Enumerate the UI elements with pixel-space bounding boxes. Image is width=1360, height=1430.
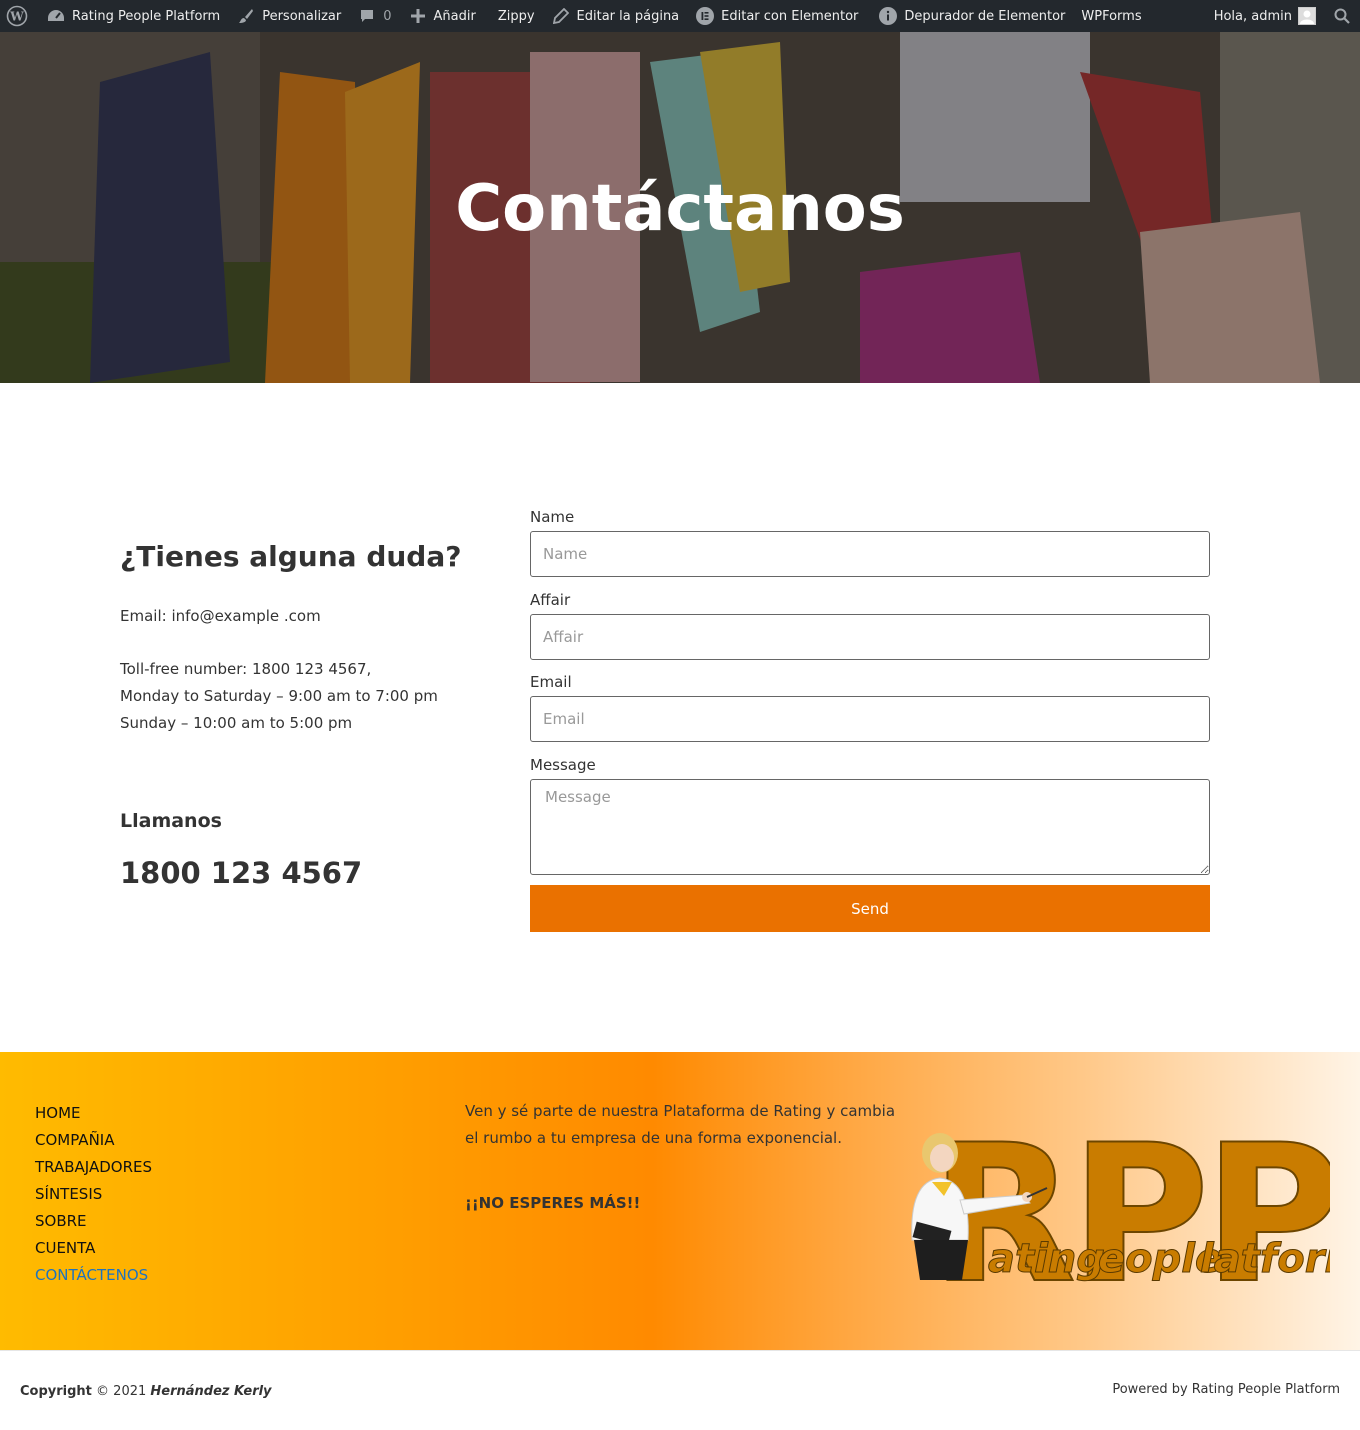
elementor-icon <box>695 6 715 26</box>
affair-input[interactable] <box>530 614 1210 660</box>
wordpress-logo-button[interactable]: W <box>0 0 38 32</box>
edit-elementor-label: Editar con Elementor <box>721 8 859 24</box>
admin-bar-elementor-debugger[interactable]: Depurador de Elementor <box>866 0 1073 32</box>
copyright-label: Copyright <box>20 1384 92 1399</box>
rpp-logo-word-ating: ating <box>988 1236 1105 1282</box>
brush-icon <box>236 6 256 26</box>
greeting-label: Hola, admin <box>1213 8 1292 24</box>
contact-info-title: ¿Tienes alguna duda? <box>120 540 462 573</box>
comment-icon <box>357 6 377 26</box>
plus-icon <box>408 6 428 26</box>
footer-menu-item[interactable]: TRABAJADORES <box>35 1154 152 1181</box>
admin-bar-add-new[interactable]: Añadir <box>400 0 484 32</box>
contact-email: Email: info@example .com <box>120 607 321 625</box>
customize-label: Personalizar <box>262 8 342 24</box>
copyright-author: Hernández Kerly <box>150 1384 272 1399</box>
send-button[interactable]: Send <box>530 885 1210 932</box>
bottom-bar: Copyright © 2021 Hernández Kerly Powered… <box>0 1350 1360 1430</box>
admin-bar-site-name[interactable]: Rating People Platform <box>38 0 228 32</box>
name-label: Name <box>530 508 575 526</box>
admin-bar-zippy[interactable]: Zippy <box>484 0 543 32</box>
email-input[interactable] <box>530 696 1210 742</box>
info-icon <box>878 6 898 26</box>
copyright-notice: Copyright © 2021 Hernández Kerly <box>20 1384 272 1399</box>
admin-bar-edit-elementor[interactable]: Editar con Elementor <box>687 0 866 32</box>
zippy-label: Zippy <box>497 8 535 24</box>
add-new-label: Añadir <box>433 8 476 24</box>
name-input[interactable] <box>530 531 1210 577</box>
footer-menu-item[interactable]: HOME <box>35 1100 152 1127</box>
copyright-year: © 2021 <box>96 1384 147 1399</box>
svg-text:W: W <box>9 10 24 24</box>
footer-cta: ¡¡NO ESPERES MÁS!! <box>465 1194 641 1212</box>
footer-menu-item[interactable]: SÍNTESIS <box>35 1181 152 1208</box>
edit-page-label: Editar la página <box>576 8 680 24</box>
email-label: Email <box>530 673 572 691</box>
site-footer: HOME COMPAÑIA TRABAJADORES SÍNTESIS SOBRE CUE… <box>0 1052 1360 1350</box>
comments-count: 0 <box>383 8 392 24</box>
affair-label: Affair <box>530 591 571 609</box>
phone-number: 1800 123 4567 <box>120 856 363 890</box>
search-icon <box>1334 8 1350 24</box>
contact-toll-free: Toll-free number: 1800 123 4567, <box>120 660 372 678</box>
footer-description: Ven y sé parte de nuestra Plataforma de … <box>465 1102 896 1147</box>
site-name-label: Rating People Platform <box>72 8 221 24</box>
footer-menu-item[interactable]: COMPAÑIA <box>35 1127 152 1154</box>
footer-menu: HOME COMPAÑIA TRABAJADORES SÍNTESIS SOBRE CUE… <box>35 1100 152 1289</box>
powered-by-link[interactable]: Powered by Rating People Platform <box>1112 1382 1340 1397</box>
footer-menu-item[interactable]: CUENTA <box>35 1235 152 1262</box>
wpforms-label: WPForms <box>1081 8 1142 24</box>
admin-bar-edit-page[interactable]: Editar la página <box>543 0 688 32</box>
admin-bar-search[interactable] <box>1324 0 1360 32</box>
message-textarea[interactable] <box>530 779 1210 875</box>
hero-banner: Contáctanos <box>0 32 1360 383</box>
message-label: Message <box>530 756 596 774</box>
contact-weekday-hours: Monday to Saturday – 9:00 am to 7:00 pm <box>120 687 438 705</box>
pencil-icon <box>551 6 571 26</box>
admin-bar-customize[interactable]: Personalizar <box>228 0 349 32</box>
admin-bar-wpforms[interactable]: WPForms <box>1073 0 1149 32</box>
dashboard-icon <box>46 6 66 26</box>
rpp-logo-word-latform: latform <box>1200 1236 1330 1282</box>
admin-bar-comments[interactable]: 0 <box>349 0 399 32</box>
page-title: Contáctanos <box>455 172 905 246</box>
footer-menu-item[interactable]: CONTÁCTENOS <box>35 1262 152 1289</box>
call-us-title: Llamanos <box>120 810 222 832</box>
admin-bar-account[interactable]: Hola, admin <box>1206 0 1324 32</box>
contact-sunday-hours: Sunday – 10:00 am to 5:00 pm <box>120 714 353 732</box>
avatar-icon <box>1298 7 1316 25</box>
elementor-debugger-label: Depurador de Elementor <box>904 8 1066 24</box>
footer-menu-item[interactable]: SOBRE <box>35 1208 152 1235</box>
admin-bar: W Rating People Platform Personalizar 0 … <box>0 0 1360 32</box>
rpp-logo: RPP ating eople latform <box>911 1103 1330 1290</box>
wordpress-icon: W <box>6 5 28 27</box>
